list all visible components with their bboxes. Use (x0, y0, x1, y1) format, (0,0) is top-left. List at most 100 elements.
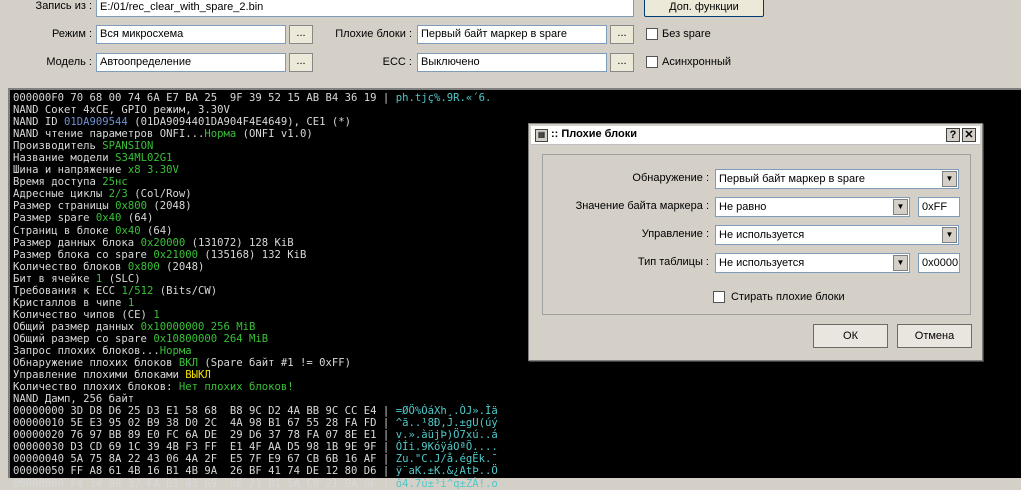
hex-line: 00000060 F4 34 09 37 FA B1 B3 69 5E 71 B… (13, 477, 396, 490)
log-line: Требования к ECC (13, 284, 122, 297)
table-select[interactable]: Не используется ▼ (715, 253, 910, 273)
marker-hex-input[interactable]: 0xFF (918, 197, 960, 217)
log-line: Время доступа (13, 176, 103, 189)
hex-ascii: Zu."C.J/å.égËk.¯ (395, 453, 498, 466)
log-line: Обнаружение плохих блоков (13, 357, 179, 370)
log-line: NAND Сокет 4xCE, GPIO режим, 3.30V (13, 104, 230, 117)
hex-ascii: ^ã..¹8Ð,J.±gU(úý (395, 417, 498, 430)
table-value: Не используется (719, 257, 805, 269)
log-value: 0x10000000 256 MiB (140, 320, 256, 333)
log-line: (64) (140, 224, 173, 237)
log-line: Общий размер данных (13, 320, 141, 333)
log-value: Нет плохих блоков! (178, 381, 294, 394)
async-checkbox[interactable] (646, 56, 658, 68)
log-value: 0x10800000 264 MiB (153, 332, 269, 345)
detect-value: Первый байт маркер в spare (719, 173, 865, 185)
model-label: Модель : (46, 56, 92, 68)
erase-bad-blocks-checkbox[interactable] (713, 291, 725, 303)
log-value: 01DA909544 (64, 116, 128, 129)
log-line: Запрос плохих блоков... (13, 344, 160, 357)
bad-blocks-field[interactable]: Первый байт маркер в spare (417, 25, 607, 44)
log-line: Производитель (13, 140, 103, 153)
marker-value: Не равно (719, 201, 767, 213)
log-value: 0x40 (95, 212, 122, 225)
close-icon[interactable]: ✕ (962, 128, 976, 142)
log-value: 0x21000 (153, 248, 198, 261)
hex-ascii: =ØÖ%ÓáXh¸.ÒJ».Ìä (395, 405, 498, 418)
marker-label: Значение байта маркера : (575, 200, 709, 212)
log-line: Управление плохими блоками (13, 369, 186, 382)
log-line: (ONFI v1.0) (236, 128, 313, 141)
log-value: 1 (153, 308, 160, 321)
log-line: Адресные циклы (13, 188, 109, 201)
model-browse-button[interactable]: ... (289, 53, 313, 72)
log-value: ph.tjç%.9R.«´6. (395, 92, 492, 104)
log-value: 1/512 (121, 284, 154, 297)
log-value: 0x40 (115, 224, 141, 237)
manage-select[interactable]: Не используется ▼ (715, 225, 959, 245)
log-value: Норма (159, 344, 192, 357)
hex-line: 00000010 5E E3 95 02 B9 38 D0 2C 4A 98 B… (13, 417, 396, 430)
model-field[interactable]: Автоопределение (96, 53, 286, 72)
no-spare-label: Без spare (662, 28, 711, 40)
record-from-field[interactable]: E:/01/rec_clear_with_spare_2.bin (96, 0, 634, 17)
log-line: Название модели (13, 152, 116, 165)
hex-line: 00000030 D3 CD 69 1C 39 4B F3 FF E1 4F A… (13, 441, 396, 454)
bad-blocks-browse-button[interactable]: ... (610, 25, 634, 44)
cancel-button[interactable]: Отмена (897, 324, 972, 348)
detect-label: Обнаружение : (632, 172, 709, 184)
marker-select[interactable]: Не равно ▼ (715, 197, 910, 217)
table-hex-input[interactable]: 0x0000 (918, 253, 960, 273)
log-line: Количество чипов (CE) (13, 308, 154, 321)
mode-browse-button[interactable]: ... (289, 25, 313, 44)
hex-ascii: ÿ¨aK.±K.&¿AtÞ..Ö (395, 465, 498, 478)
hex-ascii: ô4.7ú±³i^q±ZÀ!.o (395, 477, 498, 490)
log-line: Страниц в блоке (13, 224, 116, 237)
dialog-titlebar[interactable]: ▦ :: Плохие блоки ? ✕ (531, 126, 980, 145)
manage-value: Не используется (719, 229, 805, 241)
detect-select[interactable]: Первый байт маркер в spare ▼ (715, 169, 959, 189)
ecc-field[interactable]: Выключено (417, 53, 607, 72)
chevron-down-icon: ▼ (893, 255, 908, 271)
no-spare-checkbox[interactable] (646, 28, 658, 40)
log-line: Бит в ячейке (13, 272, 96, 285)
hex-ascii: ÓÍi.9KóÿáOªÕ.... (395, 441, 498, 454)
dialog-title: :: Плохие блоки (551, 128, 637, 140)
mode-field[interactable]: Вся микросхема (96, 25, 286, 44)
log-line: NAND ID (13, 116, 65, 129)
ok-button[interactable]: ОК (813, 324, 888, 348)
log-line: (Spare байт #1 != 0xFF) (197, 357, 352, 370)
log-value: 0x20000 (140, 236, 186, 249)
log-line: (2048) (159, 260, 205, 273)
table-label: Тип таблицы : (637, 256, 709, 268)
async-label: Асинхронный (662, 56, 731, 68)
log-line: Шина и напряжение (13, 164, 128, 177)
log-value: Норма (204, 128, 237, 141)
log-value: 0x800 (127, 260, 160, 273)
hex-line: 00000050 FF A8 61 4B 16 B1 4B 9A 26 BF 4… (13, 465, 396, 478)
record-from-label: Запись из : (35, 0, 92, 12)
log-line: 000000F0 70 68 00 74 6A E7 BA 25 9F 39 5… (13, 92, 396, 104)
log-value: ВЫКЛ (185, 369, 211, 382)
log-line: (Col/Row) (127, 188, 192, 201)
log-value: 2/3 (108, 188, 128, 201)
log-line: NAND чтение параметров ONFI... (13, 128, 205, 141)
log-line: Размер страницы (13, 200, 116, 213)
hex-line: 00000020 76 97 BB 89 E0 FC 6A DE 29 D6 3… (13, 429, 396, 442)
chevron-down-icon: ▼ (893, 199, 908, 215)
log-line: Кристаллов в чипе (13, 296, 128, 309)
extra-functions-button[interactable]: Доп. функции (644, 0, 764, 17)
log-line: Общий размер со spare (13, 332, 154, 345)
log-line: Размер данных блока (13, 236, 141, 249)
log-line: (135168) 132 KiB (197, 248, 307, 261)
window-icon: ▦ (535, 129, 548, 142)
ecc-browse-button[interactable]: ... (610, 53, 634, 72)
chevron-down-icon: ▼ (942, 171, 957, 187)
bad-blocks-dialog: ▦ :: Плохие блоки ? ✕ Обнаружение : Перв… (528, 123, 983, 361)
mode-label: Режим : (51, 28, 92, 40)
log-line: (01DA9094401DA904F4E4649), CE1 (*) (127, 116, 352, 129)
help-button[interactable]: ? (946, 128, 960, 142)
hex-line: 00000000 3D D8 D6 25 D3 E1 58 68 B8 9C D… (13, 405, 396, 418)
log-line: Размер spare (13, 212, 96, 225)
log-value: S34ML02G1 (115, 152, 173, 165)
